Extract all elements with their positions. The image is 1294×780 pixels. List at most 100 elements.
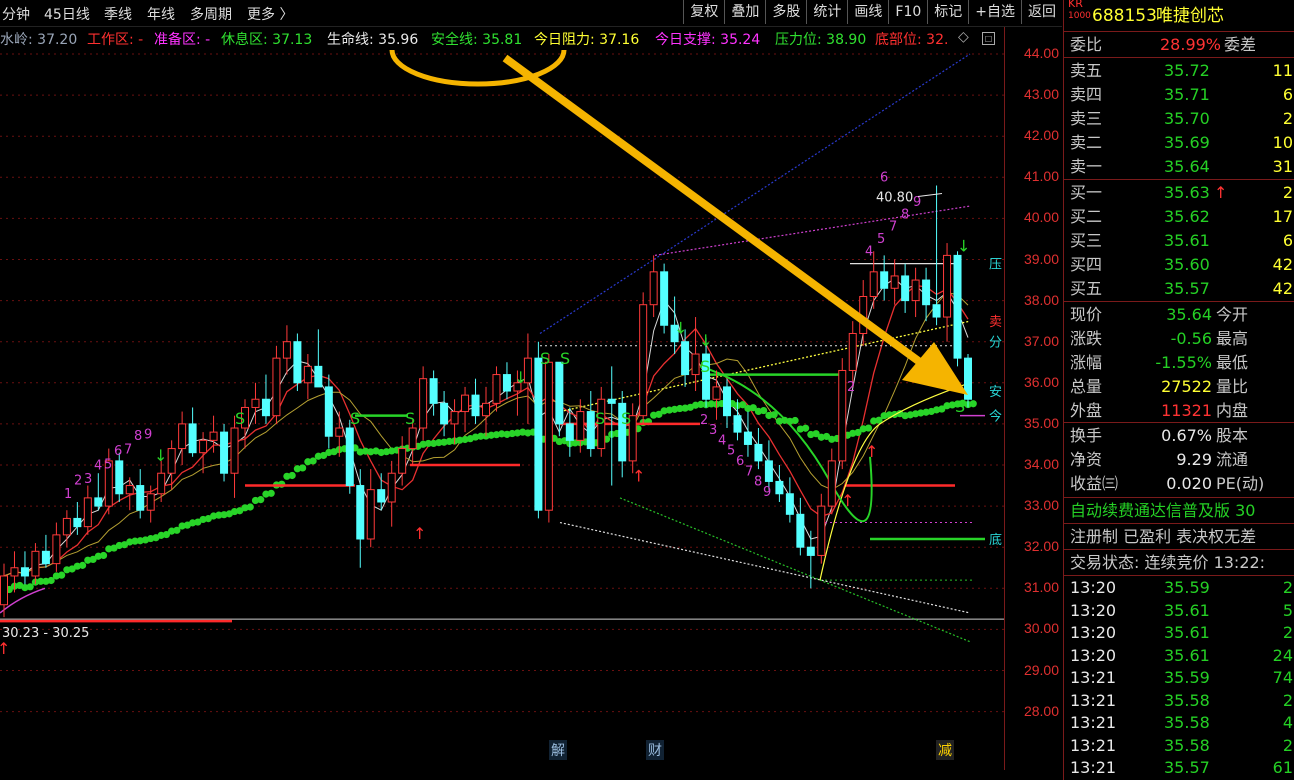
stat-label: 收益㈢ bbox=[1070, 474, 1119, 493]
candle-body bbox=[754, 443, 763, 462]
indicator-life-line: 生命线: 35.96 bbox=[327, 32, 419, 48]
tab-minute[interactable]: 分钟 bbox=[2, 4, 30, 24]
tab-multi-period[interactable]: 多周期 bbox=[190, 4, 232, 24]
down-arrow-icon: ↓ bbox=[674, 318, 687, 337]
bid-row[interactable]: 买一 35.63 ↑ 2 bbox=[1064, 181, 1294, 205]
price-tick: 31.00 bbox=[1023, 579, 1059, 596]
candle-body bbox=[440, 402, 449, 425]
status-text: 注册制 已盈利 表决权无差 bbox=[1070, 527, 1257, 546]
tick-row: 13:21 35.59 74 bbox=[1064, 667, 1294, 689]
tick-volume: 2 bbox=[1282, 623, 1293, 642]
stat-row: 净资 9.29 流通 bbox=[1064, 448, 1294, 472]
event-tag-jian[interactable]: 减 bbox=[936, 740, 954, 760]
f10-button[interactable]: F10 bbox=[888, 0, 927, 24]
sequence-number: 4 bbox=[718, 433, 726, 448]
ask-row[interactable]: 卖五 35.72 11 bbox=[1064, 59, 1294, 83]
tab-season[interactable]: 季线 bbox=[104, 4, 132, 24]
sequence-number: 3 bbox=[709, 423, 717, 438]
candle bbox=[199, 432, 208, 474]
indicator-shuiling: 水岭: 37.20 bbox=[0, 32, 78, 48]
sequence-number: 7 bbox=[124, 442, 132, 457]
statistics-button[interactable]: 统计 bbox=[806, 0, 847, 24]
price-tick: 43.00 bbox=[1023, 86, 1059, 103]
sequence-number: 4 bbox=[865, 244, 873, 259]
candle-body bbox=[471, 394, 480, 417]
event-tag-cai[interactable]: 财 bbox=[646, 740, 664, 760]
overlay-button[interactable]: 叠加 bbox=[724, 0, 765, 24]
candle bbox=[188, 407, 197, 457]
draw-line-button[interactable]: 画线 bbox=[847, 0, 888, 24]
stat-label-2: PE(动) bbox=[1216, 474, 1265, 493]
side-label-side_ya: 压 bbox=[989, 258, 1002, 273]
stat-value: -0.56 bbox=[1170, 329, 1212, 348]
tab-year[interactable]: 年线 bbox=[147, 4, 175, 24]
bid-row[interactable]: 买五 35.57 42 bbox=[1064, 277, 1294, 301]
candle bbox=[953, 251, 962, 367]
mark-button[interactable]: 标记 bbox=[927, 0, 968, 24]
candle-body bbox=[167, 448, 176, 474]
ask-row[interactable]: 卖二 35.69 10 bbox=[1064, 131, 1294, 155]
candle-body bbox=[764, 460, 773, 482]
candle-body bbox=[681, 341, 690, 376]
price-tick: 34.00 bbox=[1023, 456, 1059, 472]
stat-label-2: 股本 bbox=[1216, 426, 1249, 445]
stat-row: 涨幅 -1.55% 最低 bbox=[1064, 351, 1294, 375]
candle-body bbox=[723, 386, 731, 417]
candle bbox=[303, 354, 312, 400]
tick-row: 13:21 35.57 61 bbox=[1064, 757, 1294, 779]
price-tick: 30.00 bbox=[1023, 620, 1059, 637]
bid-row[interactable]: 买四 35.60 42 bbox=[1064, 253, 1294, 277]
bid-row[interactable]: 买三 35.61 6 bbox=[1064, 229, 1294, 253]
life-line-dot bbox=[760, 406, 768, 415]
news-text: 自动续费通达信普及版 30 bbox=[1070, 501, 1256, 520]
bid-price: 35.63 bbox=[1164, 183, 1210, 202]
bid-volume: 17 bbox=[1272, 207, 1293, 226]
tab-45day[interactable]: 45日线 bbox=[44, 4, 90, 24]
signal-s-mark: S bbox=[405, 409, 415, 428]
candle-body bbox=[73, 517, 82, 528]
multi-stock-button[interactable]: 多股 bbox=[765, 0, 806, 24]
settings-diamond-icon[interactable]: ◇ bbox=[958, 29, 969, 45]
life-line-dot bbox=[288, 471, 296, 480]
tab-more[interactable]: 更多 〉 bbox=[247, 4, 293, 24]
candle bbox=[83, 485, 92, 535]
price-tick: 39.00 bbox=[1023, 250, 1059, 267]
candle bbox=[115, 452, 124, 502]
candle-body bbox=[838, 369, 847, 462]
candle bbox=[880, 255, 889, 301]
ask-volume: 31 bbox=[1272, 157, 1293, 176]
stat-row: 外盘 11321 内盘 bbox=[1064, 399, 1294, 423]
side-label-side_jin: 今 bbox=[989, 409, 1002, 425]
ask-volume: 10 bbox=[1272, 133, 1293, 152]
bid-row[interactable]: 买二 35.62 17 bbox=[1064, 205, 1294, 229]
side-label-side_fen: 分 bbox=[989, 336, 1002, 351]
candle-body bbox=[817, 505, 826, 556]
lower-trend-line bbox=[559, 521, 971, 614]
candle-body bbox=[419, 378, 428, 429]
ask-row[interactable]: 卖一 35.64 31 bbox=[1064, 155, 1294, 179]
ask-row[interactable]: 卖四 35.71 6 bbox=[1064, 83, 1294, 107]
news-ticker[interactable]: 自动续费通达信普及版 30 bbox=[1064, 499, 1294, 523]
signal-s-mark: S bbox=[235, 409, 245, 428]
candle bbox=[387, 460, 396, 527]
candlestick-chart[interactable]: S S SS SS SSS12 34 56 78 9234567894578926↓↓↓↓↓↑↑… bbox=[0, 50, 1004, 770]
up-arrow-icon: ↑ bbox=[0, 639, 10, 658]
back-button[interactable]: 返回 bbox=[1021, 0, 1062, 24]
candle-body bbox=[639, 304, 648, 417]
weicha-label: 委差 bbox=[1224, 35, 1257, 54]
tick-volume: 4 bbox=[1282, 713, 1293, 732]
restore-rights-button[interactable]: 复权 bbox=[683, 0, 724, 24]
event-tag-jie[interactable]: 解 bbox=[549, 740, 567, 760]
tick-price: 35.58 bbox=[1164, 690, 1210, 710]
window-toggle-icon[interactable]: □ bbox=[982, 32, 995, 45]
add-watchlist-button[interactable]: +自选 bbox=[968, 0, 1021, 24]
ask-row[interactable]: 卖三 35.70 2 bbox=[1064, 107, 1294, 131]
stat-label-2: 内盘 bbox=[1216, 401, 1249, 420]
weibi-value: 28.99% bbox=[1160, 35, 1222, 54]
up-arrow-icon: ↑ bbox=[632, 466, 645, 485]
sequence-number: 7 bbox=[745, 464, 753, 479]
up-arrow-icon: ↑ bbox=[865, 442, 878, 461]
bid-price: 35.57 bbox=[1164, 279, 1210, 298]
candle-body bbox=[293, 341, 302, 384]
candle-body bbox=[691, 353, 700, 376]
